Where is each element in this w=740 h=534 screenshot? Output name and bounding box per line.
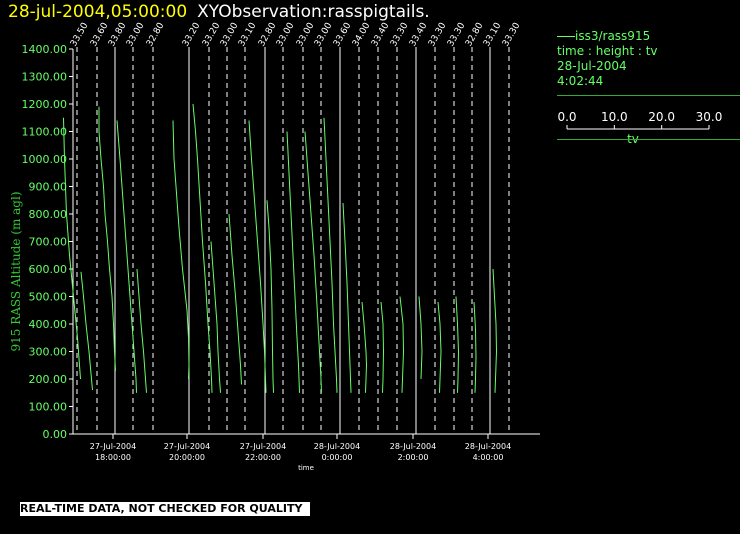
y-tick-label: 200.00 <box>29 373 68 386</box>
x-tick-time: 4:00:00 <box>473 453 504 462</box>
profile-label: 33.50 <box>69 21 91 49</box>
profile-label: 33.20 <box>181 21 203 49</box>
x-tick-date: 27-Jul-2004 <box>90 442 136 451</box>
profile-label: 33.40 <box>408 21 430 49</box>
x-tick-date: 28-Jul-2004 <box>314 442 360 451</box>
x-tick-time: 18:00:00 <box>95 453 131 462</box>
legend-series-entry: iss3/rass915 <box>557 29 740 44</box>
profile-trace <box>228 213 242 385</box>
profile-trace <box>304 131 322 393</box>
profile-trace <box>342 202 352 393</box>
legend-series-name: iss3/rass915 <box>575 29 651 43</box>
x-tick-time: 20:00:00 <box>169 453 205 462</box>
x-tick-time: 22:00:00 <box>245 453 281 462</box>
quality-disclaimer: REAL-TIME DATA, NOT CHECKED FOR QUALITY <box>20 502 311 516</box>
profile-label: 32.80 <box>145 21 167 49</box>
profile-trace <box>248 120 267 393</box>
profile-trace <box>492 268 498 393</box>
tv-scale-tick-label: 30.0 <box>696 110 723 124</box>
profile-trace <box>455 296 460 393</box>
legend-panel: iss3/rass915 time : height : tv 28-Jul-2… <box>557 29 740 146</box>
y-tick-label: 1100.00 <box>22 126 68 139</box>
y-tick-label: 0.00 <box>43 428 68 441</box>
y-axis-label: 915 RASS Altitude (m agl) <box>9 191 23 351</box>
profile-label: 34.00 <box>351 21 373 49</box>
profile-trace <box>98 106 116 371</box>
profile-trace <box>266 200 274 393</box>
profile-trace <box>418 296 423 380</box>
y-tick-label: 100.00 <box>29 401 68 414</box>
profile-trace <box>361 301 368 393</box>
y-tick-label: 600.00 <box>29 263 68 276</box>
x-tick-time: 2:00:00 <box>398 453 429 462</box>
profile-label: 33.60 <box>332 21 354 49</box>
profile-label: 33.30 <box>389 21 411 49</box>
tv-scale-tick-label: 0.0 <box>557 110 576 124</box>
profile-trace <box>286 131 300 393</box>
x-tick-date: 27-Jul-2004 <box>240 442 286 451</box>
legend-time: 4:02:44 <box>557 74 604 88</box>
legend-axes-desc: time : height : tv <box>557 44 658 58</box>
legend-date: 28-Jul-2004 <box>557 59 627 73</box>
x-tick-date: 27-Jul-2004 <box>164 442 210 451</box>
profile-trace <box>116 120 137 393</box>
profile-trace <box>473 301 477 393</box>
x-tick-date: 28-Jul-2004 <box>465 442 511 451</box>
y-tick-label: 1400.00 <box>22 43 68 56</box>
profile-trace <box>437 301 442 393</box>
x-tick-date: 28-Jul-2004 <box>390 442 436 451</box>
profile-label: 33.10 <box>237 21 259 49</box>
profile-label: 33.10 <box>482 21 504 49</box>
profile-trace <box>380 301 385 393</box>
tv-scale-tick-label: 10.0 <box>601 110 628 124</box>
y-tick-label: 1200.00 <box>22 98 68 111</box>
y-tick-label: 1000.00 <box>22 153 68 166</box>
x-axis-label: time <box>298 464 314 472</box>
legend-divider-bottom <box>557 139 740 140</box>
y-tick-label: 1300.00 <box>22 71 68 84</box>
x-tick-time: 0:00:00 <box>322 453 353 462</box>
tv-scale: 0.0 10.0 20.0 30.0 tv <box>557 107 740 147</box>
profile-label: 33.30 <box>501 21 523 49</box>
profile-label: 33.00 <box>275 21 297 49</box>
profile-label: 33.30 <box>427 21 449 49</box>
profile-trace <box>323 117 338 393</box>
y-tick-label: 300.00 <box>29 346 68 359</box>
legend-divider-top <box>557 95 740 96</box>
profile-trace <box>172 120 190 380</box>
profile-label: 33.00 <box>125 21 147 49</box>
y-tick-label: 400.00 <box>29 318 68 331</box>
profile-trace <box>399 296 405 393</box>
profile-trace <box>210 241 221 393</box>
y-tick-label: 800.00 <box>29 208 68 221</box>
profile-trace <box>80 271 93 391</box>
profile-label: 33.40 <box>370 21 392 49</box>
y-tick-label: 700.00 <box>29 236 68 249</box>
legend-line-swatch <box>557 36 575 37</box>
y-tick-label: 900.00 <box>29 181 68 194</box>
tv-scale-tick-label: 20.0 <box>648 110 675 124</box>
profile-trace <box>136 268 147 393</box>
profile-label: 33.00 <box>313 21 335 49</box>
y-tick-label: 500.00 <box>29 291 68 304</box>
